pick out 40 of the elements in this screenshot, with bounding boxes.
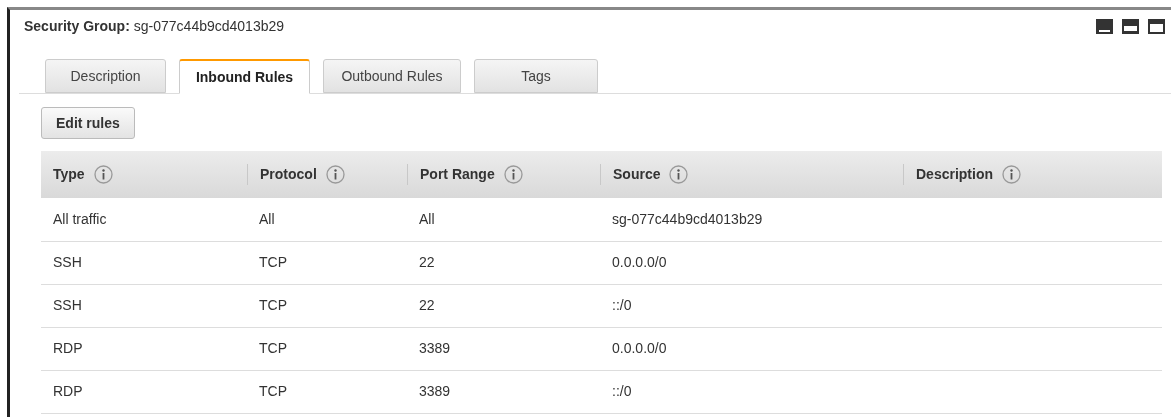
table-cell: 3389 bbox=[419, 383, 451, 399]
table-cell: SSH bbox=[53, 297, 82, 313]
table-cell: All traffic bbox=[53, 210, 107, 227]
table-cell: All bbox=[419, 210, 435, 227]
column-header: Type bbox=[53, 165, 85, 184]
table-cell: TCP bbox=[259, 297, 287, 313]
table-cell: 0.0.0.0/0 bbox=[612, 254, 667, 270]
table-cell: RDP bbox=[53, 340, 83, 356]
table-cell: 22 bbox=[419, 254, 435, 270]
table-cell: ::/0 bbox=[612, 383, 632, 399]
column-header: Description bbox=[916, 165, 993, 184]
info-icon[interactable] bbox=[93, 165, 113, 184]
header-label: Security Group: bbox=[24, 16, 130, 36]
column-header: Protocol bbox=[260, 165, 317, 184]
panel-bottom-icon[interactable] bbox=[1096, 18, 1113, 34]
info-icon[interactable] bbox=[669, 165, 689, 184]
panel-middle-icon[interactable] bbox=[1122, 18, 1139, 34]
table-cell: TCP bbox=[259, 254, 287, 270]
table-cell: ::/0 bbox=[612, 297, 632, 313]
table-cell: SSH bbox=[53, 254, 82, 270]
info-icon[interactable] bbox=[503, 165, 523, 184]
tab[interactable]: Description bbox=[45, 59, 166, 93]
table-cell: 3389 bbox=[419, 340, 451, 356]
table-cell: All bbox=[259, 210, 275, 227]
panel-top-icon[interactable] bbox=[1148, 18, 1165, 34]
column-header: Source bbox=[613, 165, 661, 184]
info-icon[interactable] bbox=[1002, 165, 1021, 184]
tab[interactable]: Outbound Rules bbox=[323, 59, 461, 93]
column-header: Port Range bbox=[420, 165, 495, 184]
info-icon[interactable] bbox=[325, 165, 345, 184]
table-cell: RDP bbox=[53, 383, 83, 399]
table-cell: TCP bbox=[259, 383, 287, 399]
tab[interactable]: Inbound Rules bbox=[179, 59, 310, 94]
table-cell: TCP bbox=[259, 340, 287, 356]
tab[interactable]: Tags bbox=[474, 59, 598, 93]
table-cell: 22 bbox=[419, 297, 435, 313]
edit-rules-button[interactable]: Edit rules bbox=[41, 107, 135, 139]
table-cell: sg-077c44b9cd4013b29 bbox=[612, 210, 763, 227]
table-cell: 0.0.0.0/0 bbox=[612, 340, 667, 356]
security-group-id: sg-077c44b9cd4013b29 bbox=[133, 16, 285, 36]
